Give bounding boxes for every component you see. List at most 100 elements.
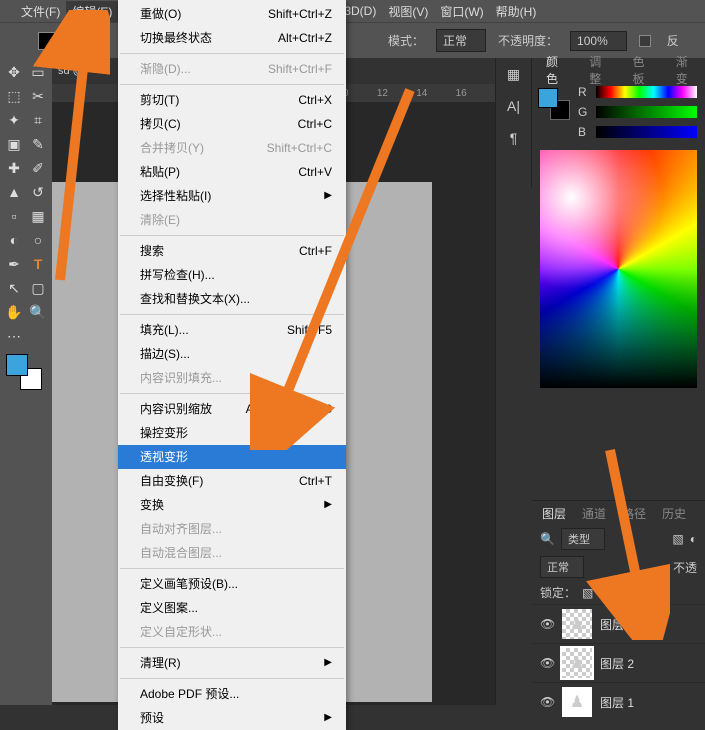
history-brush-tool[interactable]: ↺: [26, 180, 50, 204]
para-panel-icon[interactable]: ¶: [496, 122, 531, 154]
layer-row[interactable]: 👁 ♟ 图层 2 拷贝: [532, 604, 705, 643]
marquee-tool[interactable]: ⬚: [2, 84, 26, 108]
tool-preset[interactable]: [38, 32, 56, 50]
visibility-icon[interactable]: 👁: [540, 656, 554, 670]
menu-item: 内容识别填充...: [118, 366, 346, 390]
ruler-tick: 16: [456, 88, 495, 99]
menu-item[interactable]: 查找和替换文本(X)...: [118, 287, 346, 311]
eyedropper-tool[interactable]: ✎: [26, 132, 50, 156]
gradient-tool[interactable]: ▦: [26, 204, 50, 228]
hand-tool[interactable]: ✋: [2, 300, 26, 324]
opacity-label: 不透: [673, 559, 697, 576]
g-slider[interactable]: [596, 106, 697, 118]
layer-name[interactable]: 图层 2 拷贝: [600, 616, 661, 633]
wand-tool[interactable]: ✦: [2, 108, 26, 132]
visibility-icon[interactable]: 👁: [540, 695, 554, 709]
menu-item[interactable]: 粘贴(P)Ctrl+V: [118, 160, 346, 184]
zoom-tool[interactable]: 🔍: [26, 300, 50, 324]
fg-color-swatch[interactable]: [6, 354, 28, 376]
ruler-tick: 12: [377, 88, 416, 99]
menu-item[interactable]: 填充(L)...Shift+F5: [118, 318, 346, 342]
menu-item[interactable]: 变换▶: [118, 493, 346, 517]
menu-item[interactable]: Adobe PDF 预设...: [118, 682, 346, 706]
type-tool[interactable]: T: [26, 252, 50, 276]
move-tool[interactable]: ✥: [2, 60, 26, 84]
filter-adj-icon[interactable]: ◐: [690, 532, 697, 546]
doc-tab[interactable]: sd @: [58, 65, 84, 77]
layer-name[interactable]: 图层 1: [600, 694, 634, 711]
layer-thumb[interactable]: ♟: [562, 687, 592, 717]
layer-thumb[interactable]: ♟: [562, 648, 592, 678]
menu-item[interactable]: 切换最终状态Alt+Ctrl+Z: [118, 26, 346, 50]
menu-item[interactable]: 预设▶: [118, 706, 346, 730]
layer-name[interactable]: 图层 2: [600, 655, 634, 672]
panel-icon[interactable]: ▦: [496, 58, 531, 90]
filter-select[interactable]: 类型: [561, 528, 605, 550]
char-panel-icon[interactable]: A|: [496, 90, 531, 122]
frame-tool[interactable]: ▣: [2, 132, 26, 156]
menu-item[interactable]: 内容识别缩放Alt+Shift+Ctrl+C: [118, 397, 346, 421]
menu-item[interactable]: 拷贝(C)Ctrl+C: [118, 112, 346, 136]
menu-item[interactable]: 剪切(T)Ctrl+X: [118, 88, 346, 112]
color-field[interactable]: [540, 150, 697, 388]
menu-item[interactable]: 操控变形: [118, 421, 346, 445]
shape-tool[interactable]: ▢: [26, 276, 50, 300]
layer-row[interactable]: 👁 ♟ 图层 1: [532, 682, 705, 721]
menu-item[interactable]: 定义画笔预设(B)...: [118, 572, 346, 596]
mode-select[interactable]: 正常: [436, 29, 486, 52]
layers-panel: 图层 通道 路径 历史 🔍 类型 ▧ ◐ 正常 不透 锁定： ▧ ✚ 🔒 👁 ♟…: [532, 500, 705, 705]
eraser-tool[interactable]: ▫: [2, 204, 26, 228]
blend-mode-select[interactable]: 正常: [540, 556, 584, 578]
menu-edit[interactable]: 编辑(E): [66, 1, 118, 22]
menu-item[interactable]: 拼写检查(H)...: [118, 263, 346, 287]
menu-help[interactable]: 帮助(H): [490, 1, 543, 22]
pen-tool[interactable]: ✒: [2, 252, 26, 276]
blur-tool[interactable]: ◐: [2, 228, 26, 252]
b-slider[interactable]: [596, 126, 697, 138]
r-label: R: [578, 85, 590, 99]
menu-item[interactable]: 描边(S)...: [118, 342, 346, 366]
menu-item[interactable]: 定义图案...: [118, 596, 346, 620]
ruler-tick: 14: [416, 88, 455, 99]
menu-item[interactable]: 清理(R)▶: [118, 651, 346, 675]
search-icon[interactable]: 🔍: [540, 532, 555, 546]
crop-tool[interactable]: ⌗: [26, 108, 50, 132]
menu-item[interactable]: 重做(O)Shift+Ctrl+Z: [118, 2, 346, 26]
filter-img-icon[interactable]: ▧: [672, 532, 683, 546]
paths-tab[interactable]: 路径: [618, 502, 650, 525]
menu-item[interactable]: 自由变换(F)Ctrl+T: [118, 469, 346, 493]
menu-item: 自动对齐图层...: [118, 517, 346, 541]
color-swatches[interactable]: [6, 354, 42, 390]
visibility-icon[interactable]: 👁: [540, 617, 554, 631]
more-tools[interactable]: ⋯: [2, 324, 26, 348]
path-tool[interactable]: ↖: [2, 276, 26, 300]
lock-all-icon[interactable]: 🔒: [615, 586, 630, 600]
heal-tool[interactable]: ✚: [2, 156, 26, 180]
menu-item[interactable]: 透视变形: [118, 445, 346, 469]
lock-position-icon[interactable]: ✚: [599, 586, 609, 600]
menu-file[interactable]: 文件(F): [15, 1, 66, 22]
channels-tab[interactable]: 通道: [578, 502, 610, 525]
mode-label: 模式：: [388, 32, 424, 49]
lock-pixels-icon[interactable]: ▧: [582, 586, 593, 600]
layers-tab[interactable]: 图层: [538, 502, 570, 525]
reverse-checkbox[interactable]: [639, 35, 651, 47]
r-slider[interactable]: [596, 86, 697, 98]
layer-thumb[interactable]: ♟: [562, 609, 592, 639]
brush-tool[interactable]: ✐: [26, 156, 50, 180]
g-label: G: [578, 105, 590, 119]
opacity-select[interactable]: 100%: [570, 31, 627, 51]
artboard-tool[interactable]: ▭: [26, 60, 50, 84]
menu-view[interactable]: 视图(V): [382, 1, 434, 22]
menu-window[interactable]: 窗口(W): [434, 1, 489, 22]
lasso-tool[interactable]: ✂: [26, 84, 50, 108]
reverse-label: 反: [667, 32, 679, 49]
dodge-tool[interactable]: ○: [26, 228, 50, 252]
stamp-tool[interactable]: ▲: [2, 180, 26, 204]
b-label: B: [578, 125, 590, 139]
menu-item[interactable]: 选择性粘贴(I)▶: [118, 184, 346, 208]
layer-row[interactable]: 👁 ♟ 图层 2: [532, 643, 705, 682]
color-swatch-pair[interactable]: [538, 88, 570, 120]
history-tab[interactable]: 历史: [658, 502, 690, 525]
menu-item[interactable]: 搜索Ctrl+F: [118, 239, 346, 263]
